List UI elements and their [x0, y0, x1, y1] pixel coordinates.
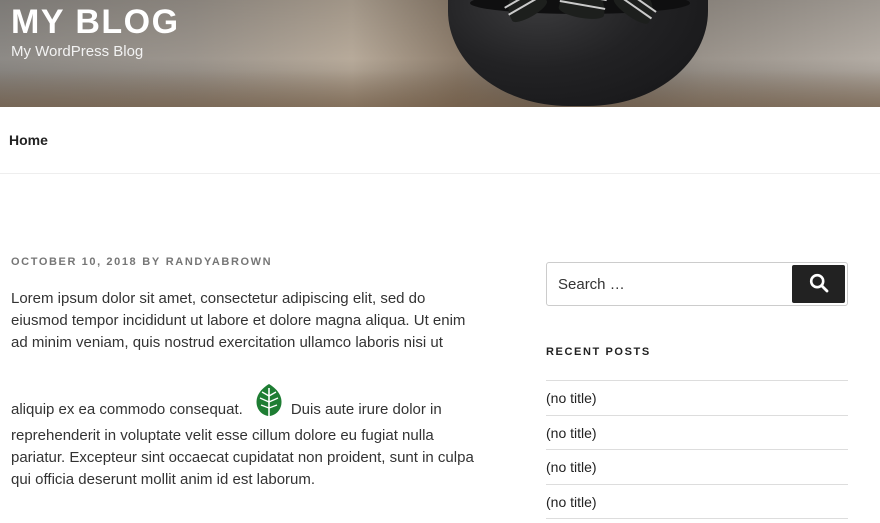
- recent-posts-title: RECENT POSTS: [546, 346, 651, 358]
- main-navigation: Home: [0, 107, 880, 174]
- search-input[interactable]: [547, 263, 792, 305]
- post-text-line: reprehenderit in voluptate velit esse ci…: [11, 427, 434, 444]
- recent-posts-list: (no title) (no title) (no title) (no tit…: [546, 380, 848, 519]
- leaf-icon: [251, 382, 287, 425]
- site-description: My WordPress Blog: [11, 43, 144, 60]
- recent-post-link[interactable]: (no title): [546, 390, 597, 406]
- list-item: (no title): [546, 449, 848, 484]
- list-item: (no title): [546, 414, 848, 450]
- search-form: [546, 262, 848, 306]
- post-date-link[interactable]: OCTOBER 10, 2018: [11, 256, 137, 268]
- recent-post-link[interactable]: (no title): [546, 425, 597, 441]
- post-meta: OCTOBER 10, 2018 BY RANDYABROWN: [11, 256, 272, 268]
- post-text-line: qui officia deserunt mollit anim id est …: [11, 471, 316, 488]
- header-image-table: [0, 70, 880, 107]
- recent-post-link[interactable]: (no title): [546, 494, 597, 510]
- nav-item-home[interactable]: Home: [9, 132, 48, 148]
- list-item: (no title): [546, 380, 848, 415]
- post-text-fragment: Duis aute irure dolor in: [290, 401, 442, 418]
- site-title[interactable]: MY BLOG: [11, 3, 180, 42]
- post-text-line-with-image: aliquip ex ea commodo consequat. Duis au…: [11, 382, 501, 425]
- post-author-link[interactable]: RANDYABROWN: [166, 256, 272, 268]
- post-text-line: pariatur. Excepteur sint occaecat cupida…: [11, 449, 474, 466]
- post-byline-prefix: BY: [142, 256, 161, 268]
- search-icon: [809, 273, 829, 296]
- post-text-line: eiusmod tempor incididunt ut labore et d…: [11, 312, 466, 329]
- post-text-line: ad minim veniam, quis nostrud exercitati…: [11, 334, 443, 351]
- post-text-line: Lorem ipsum dolor sit amet, consectetur …: [11, 290, 426, 307]
- post-content: Lorem ipsum dolor sit amet, consectetur …: [11, 288, 501, 491]
- recent-post-link[interactable]: (no title): [546, 459, 597, 475]
- post-text-fragment: aliquip ex ea commodo consequat.: [11, 401, 243, 418]
- list-item: (no title): [546, 484, 848, 519]
- site-header: MY BLOG My WordPress Blog: [0, 0, 880, 107]
- search-button[interactable]: [792, 265, 845, 303]
